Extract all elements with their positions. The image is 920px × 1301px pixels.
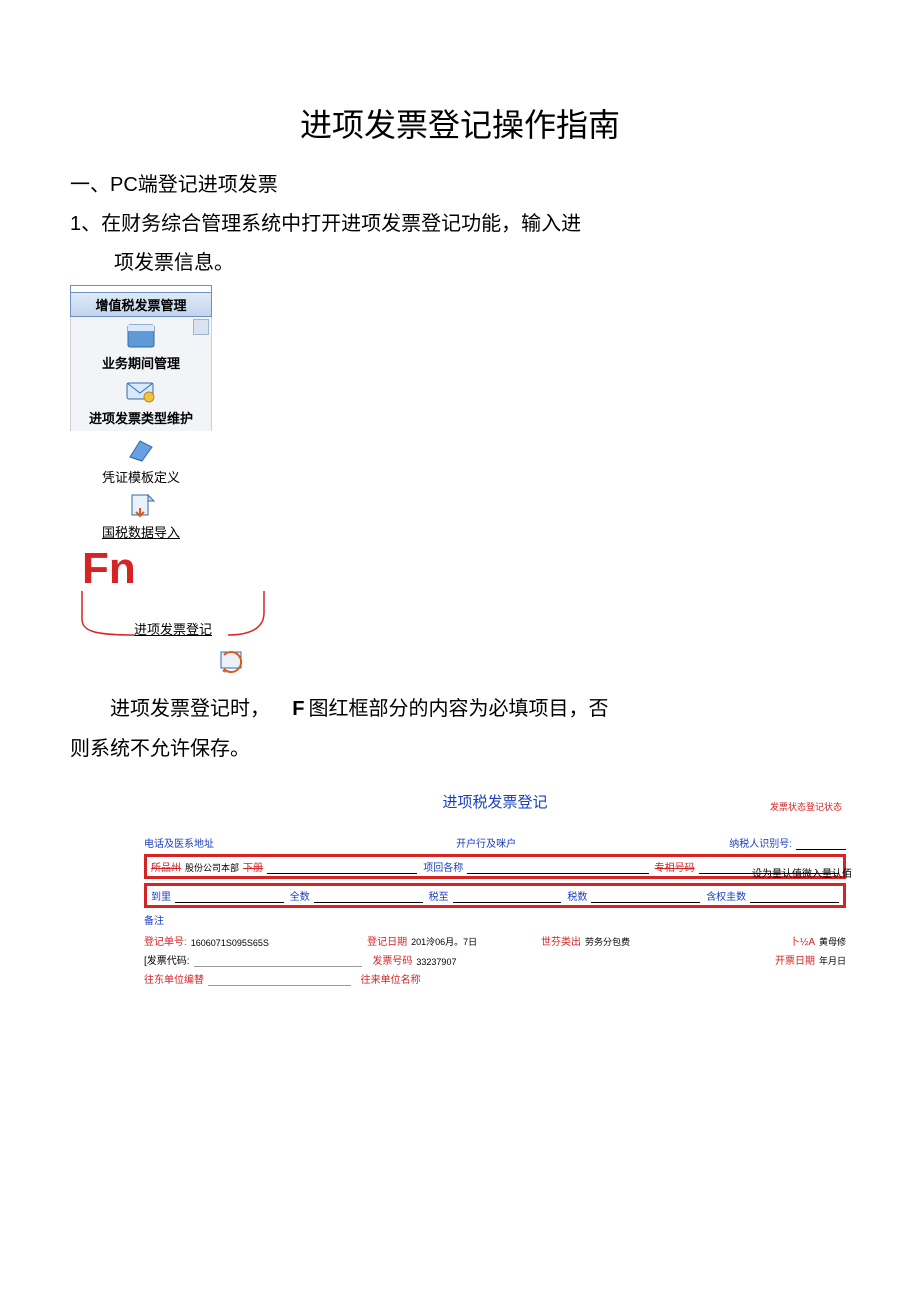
doc-import-icon — [126, 492, 156, 520]
label-invoice-no: 发票号码 — [372, 952, 412, 967]
input-item-name[interactable] — [467, 863, 648, 874]
required-box-2: 到里 全数 税至 税数 含权圭数 — [144, 883, 846, 908]
sidebar-label-type-maint: 进项发票类型维护 — [71, 408, 211, 427]
input-invoice-code[interactable] — [194, 956, 363, 967]
label-reg-no: 登记单号: — [144, 933, 187, 948]
label-item-name: 项回各称 — [423, 859, 463, 874]
sidebar-label-period: 业务期间管理 — [71, 353, 211, 372]
value-invoice-no: 33237907 — [416, 957, 456, 967]
value-invoice-date: 年月日 — [819, 954, 846, 967]
label-bank: 开户行及咪户 — [456, 835, 516, 850]
sidebar-title: 增值税发票管理 — [70, 292, 212, 317]
invoice-form-screenshot: 进项税发票登记 发票状态登记状态 电话及医系地址 开户行及咪户 纳税人识别号: … — [140, 787, 850, 986]
input-amount[interactable] — [314, 892, 423, 903]
label-unit-name: 往来单位名称 — [361, 971, 421, 986]
label-amount: 全数 — [290, 888, 310, 903]
value-reg-no: 1606071S095S65S — [191, 938, 269, 948]
label-spec-no: 专相号码 — [655, 859, 695, 874]
label-reg-date: 登记日期 — [367, 933, 407, 948]
book-icon — [126, 437, 156, 465]
sidebar-item-invoice-register[interactable]: 进项发票登记 — [134, 619, 212, 638]
fn-label: Fn — [82, 547, 274, 591]
scrollbar-up-icon — [193, 319, 209, 335]
input-qty[interactable] — [175, 892, 284, 903]
label-tel: 电话及医系地址 — [144, 835, 214, 850]
input-tax-rate[interactable] — [453, 892, 562, 903]
label-invoice-date: 开票日期 — [775, 952, 815, 967]
input-taxid[interactable] — [796, 839, 846, 850]
required-box-1: 所品州股份公司本部下册 项回各称 专相号码 — [144, 854, 846, 879]
sidebar-item-type-maint[interactable]: 进项发票类型维护 — [71, 372, 211, 427]
section-1-heading: 一、PC端登记进项发票 — [70, 168, 850, 197]
value-operator: 黄母修 — [819, 935, 846, 948]
label-remark: 备注 — [144, 912, 164, 927]
form-title: 进项税发票登记 — [140, 787, 850, 822]
step-1: 1、在财务综合管理系统中打开进项发票登记功能，输入进 — [70, 207, 850, 236]
input-dept[interactable] — [267, 863, 417, 874]
label-taxid: 纳税人识别号: — [729, 835, 792, 850]
sidebar-item-tax-import[interactable]: 国税数据导入 — [70, 486, 212, 541]
value-biz-type: 劳务分包费 — [585, 935, 630, 948]
input-unit-code[interactable] — [208, 975, 351, 986]
value-reg-date: 201泠06月。7日 — [411, 935, 477, 948]
form-status: 发票状态登记状态 — [770, 800, 842, 813]
label-total: 含权圭数 — [706, 888, 746, 903]
label-qty: 到里 — [151, 888, 171, 903]
paragraph-required-fields: 进项发票登记时， F图红框部分的内容为必填项目，否 则系统不允许保存。 — [70, 689, 850, 769]
label-unit-code: 往东单位编替 — [144, 971, 204, 986]
label-biz-type: 世芬类出 — [541, 933, 581, 948]
input-tax[interactable] — [591, 892, 700, 903]
rotate-icon — [216, 647, 248, 675]
step-1-continued: 项发票信息。 — [114, 246, 850, 275]
label-operator: 卜½A — [790, 933, 815, 948]
sidebar-label-tax-import: 国税数据导入 — [70, 522, 212, 541]
label-dept-strike: 所品州 — [151, 859, 181, 874]
envelope-gear-icon — [124, 376, 158, 406]
sidebar-screenshot: 增值税发票管理 业务期间管理 进项发票类型维护 — [70, 285, 212, 541]
sidebar-item-period[interactable]: 业务期间管理 — [71, 317, 211, 372]
input-total[interactable] — [750, 892, 839, 903]
input-spec-no[interactable] — [699, 863, 839, 874]
sidebar-label-voucher-template: 凭证模板定义 — [70, 467, 212, 486]
label-invoice-code: [发票代码: — [144, 952, 190, 967]
sidebar-item-voucher-template[interactable]: 凭证模板定义 — [70, 431, 212, 486]
label-tax: 税数 — [567, 888, 587, 903]
label-tax-rate: 税至 — [429, 888, 449, 903]
doc-title: 进项发票登记操作指南 — [70, 100, 850, 146]
folder-icon — [124, 321, 158, 351]
fn-annotation: Fn 进项发票登记 — [74, 547, 274, 641]
